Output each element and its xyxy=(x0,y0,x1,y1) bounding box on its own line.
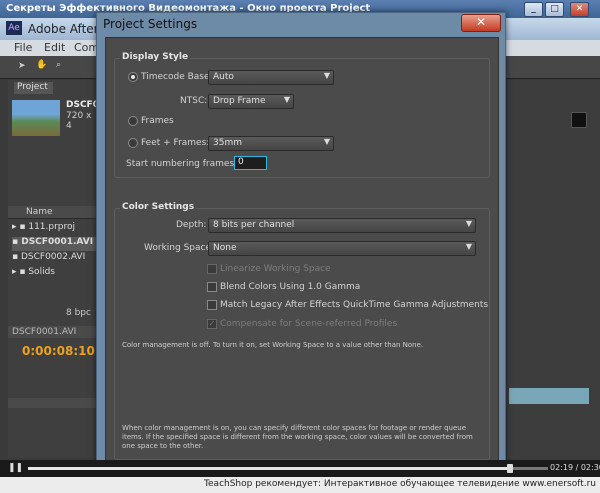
linearize-checkbox[interactable] xyxy=(207,264,217,274)
zoom-tool-icon[interactable]: ⌕ xyxy=(56,60,61,70)
menu-file[interactable]: File xyxy=(14,41,32,54)
ntsc-label: NTSC: xyxy=(180,96,208,106)
footage-info: 720 x 4 xyxy=(66,111,92,131)
display-style-header: Display Style xyxy=(120,52,191,62)
list-item[interactable]: ▪ DSCF0001.AVI xyxy=(12,237,98,251)
dialog-title: Project Settings xyxy=(103,17,198,31)
status-text: TeachShop рекомендует: Интерактивное обу… xyxy=(204,479,596,489)
match-legacy-checkbox[interactable] xyxy=(207,300,217,310)
playback-time: 02:19 / 02:30 xyxy=(550,463,600,472)
color-management-bottom-note: When color management is on, you can spe… xyxy=(122,424,473,450)
chevron-down-icon: ▼ xyxy=(323,71,330,80)
timecode-display[interactable]: 0:00:08:10 xyxy=(22,344,95,358)
progress-knob[interactable] xyxy=(507,464,514,473)
dialog-body: Display Style Timecode Base: Auto ▼ NTSC… xyxy=(105,37,499,467)
chevron-down-icon: ▼ xyxy=(465,219,472,228)
blend-colors-label: Blend Colors Using 1.0 Gamma xyxy=(220,282,361,292)
match-legacy-label: Match Legacy After Effects QuickTime Gam… xyxy=(220,300,489,310)
frames-label: Frames xyxy=(141,116,174,126)
comp-tab[interactable]: DSCF0001.AVI xyxy=(12,327,76,337)
chevron-down-icon: ▼ xyxy=(465,242,472,251)
timecode-base-label: Timecode Base: xyxy=(141,72,213,82)
ntsc-select[interactable]: Drop Frame ▼ xyxy=(208,94,294,109)
project-panel: Project DSCF00 720 x 4 Name ▸ ▪ 111.prpr… xyxy=(8,80,105,458)
linearize-label: Linearize Working Space xyxy=(220,264,331,274)
depth-label: Depth: xyxy=(176,220,207,230)
project-tab[interactable]: Project xyxy=(14,82,53,94)
pause-icon[interactable]: ❚❚ xyxy=(8,463,23,473)
timecode-base-radio[interactable] xyxy=(128,72,138,82)
progress-fill xyxy=(28,467,511,470)
color-settings-header: Color Settings xyxy=(120,202,197,212)
dialog-close-button[interactable]: ✕ xyxy=(461,14,501,32)
ae-logo-icon: Ae xyxy=(6,21,22,35)
timeline-layer-bar xyxy=(509,388,589,404)
footage-thumbnail xyxy=(12,100,60,136)
feet-frames-label: Feet + Frames: xyxy=(141,138,210,148)
start-numbering-label: Start numbering frames at: xyxy=(126,159,250,169)
timecode-base-select[interactable]: Auto ▼ xyxy=(208,70,334,85)
video-player-bar: ❚❚ 02:19 / 02:30 xyxy=(0,460,600,477)
status-bar: TeachShop рекомендует: Интерактивное обу… xyxy=(0,477,600,493)
project-settings-dialog: Project Settings ✕ Display Style Timecod… xyxy=(96,12,506,472)
list-item[interactable]: ▪ DSCF0002.AVI xyxy=(12,252,98,266)
compensate-label: Compensate for Scene-referred Profiles xyxy=(220,319,398,329)
blend-colors-checkbox[interactable] xyxy=(207,282,217,292)
color-management-note: Color management is off. To turn it on, … xyxy=(122,341,424,349)
start-numbering-input[interactable]: 0 xyxy=(234,156,267,170)
name-column-header[interactable]: Name xyxy=(26,207,53,217)
depth-select[interactable]: 8 bits per channel ▼ xyxy=(208,218,476,233)
maximize-button[interactable]: □ xyxy=(545,2,564,17)
right-panel xyxy=(505,80,600,458)
feet-frames-select[interactable]: 35mm ▼ xyxy=(208,136,334,151)
list-item[interactable]: ▸ ▪ 111.prproj xyxy=(12,222,98,236)
layer-switches xyxy=(8,398,98,408)
hand-tool-icon[interactable]: ✋ xyxy=(36,60,47,70)
menu-edit[interactable]: Edit xyxy=(44,41,65,54)
list-item[interactable]: ▸ ▪ Solids xyxy=(12,267,98,281)
selection-tool-icon[interactable]: ➤ xyxy=(18,61,26,71)
frames-radio[interactable] xyxy=(128,116,138,126)
bpc-indicator[interactable]: 8 bpc xyxy=(66,308,91,318)
progress-bar[interactable] xyxy=(28,464,548,473)
outer-close-button[interactable]: ✕ xyxy=(570,2,589,17)
compensate-checkbox[interactable]: ✓ xyxy=(207,319,217,329)
working-space-select[interactable]: None ▼ xyxy=(208,241,476,256)
chevron-down-icon: ▼ xyxy=(323,137,330,146)
preview-swatch xyxy=(571,112,587,128)
minimize-button[interactable]: _ xyxy=(524,2,543,17)
feet-frames-radio[interactable] xyxy=(128,138,138,148)
working-space-label: Working Space: xyxy=(144,243,215,253)
chevron-down-icon: ▼ xyxy=(283,95,290,104)
